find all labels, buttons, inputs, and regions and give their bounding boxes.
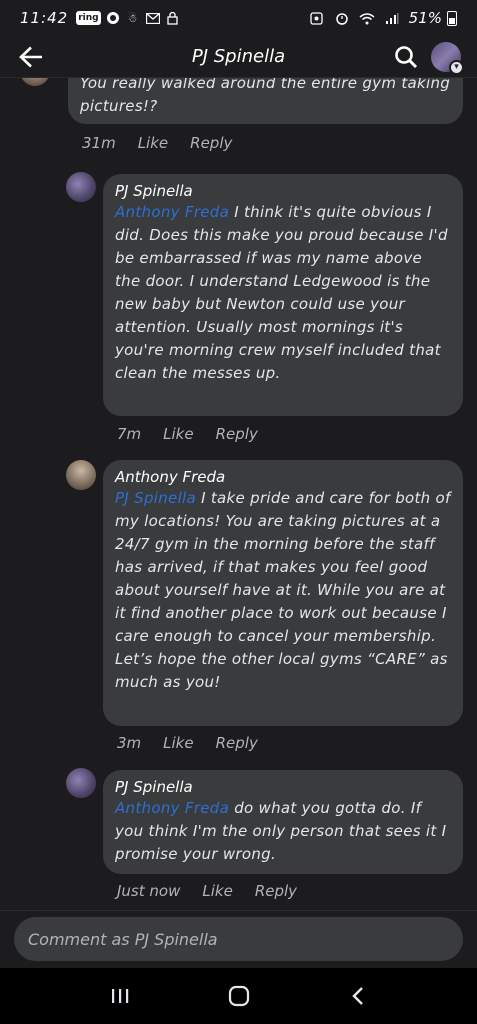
- system-nav-bar: [0, 968, 477, 1024]
- comment-time: Just now: [117, 882, 181, 900]
- comment-actions: Just now Like Reply: [117, 882, 297, 900]
- comment-actions: 7m Like Reply: [117, 425, 258, 443]
- comment-input[interactable]: Comment as PJ Spinella: [14, 917, 463, 961]
- comment-actions: 3m Like Reply: [117, 734, 258, 752]
- recent-apps-icon[interactable]: [100, 976, 140, 1016]
- comment-author[interactable]: PJ Spinella: [115, 778, 451, 796]
- profile-avatar[interactable]: ▾: [431, 41, 464, 75]
- chevron-down-icon[interactable]: ▾: [449, 59, 464, 75]
- alarm-clock-icon: [334, 11, 350, 25]
- signal-icon: [384, 11, 400, 25]
- ring-app-icon: ring: [76, 11, 101, 25]
- gmail-icon: [145, 11, 161, 25]
- avatar[interactable]: [66, 768, 96, 798]
- snowman-icon: ☃: [127, 11, 138, 25]
- reply-button[interactable]: Reply: [255, 882, 297, 900]
- lock-icon: [165, 11, 181, 25]
- status-time: 11:42: [20, 9, 69, 27]
- reply-button[interactable]: Reply: [190, 134, 232, 152]
- battery-percent: 51%: [408, 9, 442, 27]
- alarm-app-icon: [309, 11, 325, 25]
- comment-bubble[interactable]: PJ Spinella Anthony Freda I think it's q…: [103, 174, 463, 416]
- comment-time: 7m: [117, 425, 142, 443]
- comment-bubble[interactable]: Anthony Freda PJ Spinella I take pride a…: [103, 460, 463, 726]
- reply-button[interactable]: Reply: [216, 425, 258, 443]
- back-arrow-icon[interactable]: [16, 42, 46, 72]
- search-icon[interactable]: [391, 42, 421, 72]
- avatar[interactable]: [66, 172, 96, 202]
- comment-time: 31m: [82, 134, 116, 152]
- reply-button[interactable]: Reply: [216, 734, 258, 752]
- comment-author[interactable]: Anthony Freda: [115, 468, 451, 486]
- comment-body: I take pride and care for both of my loc…: [115, 489, 451, 691]
- back-nav-icon[interactable]: [338, 976, 378, 1016]
- comment-thread: You really walked around the entire gym …: [0, 58, 477, 910]
- comment-actions: 31m Like Reply: [82, 134, 232, 152]
- comment-text: Anthony Freda do what you gotta do. If y…: [115, 797, 451, 866]
- like-button[interactable]: Like: [138, 134, 168, 152]
- comment-text: You really walked around the entire gym …: [80, 74, 451, 115]
- like-button[interactable]: Like: [163, 734, 193, 752]
- battery-icon: [447, 10, 457, 26]
- app-header: PJ Spinella ▾: [0, 36, 477, 78]
- mention-link[interactable]: Anthony Freda: [115, 799, 229, 817]
- page-title: PJ Spinella: [191, 46, 286, 67]
- comment-text: Anthony Freda I think it's quite obvious…: [115, 201, 451, 385]
- app-notification-icon: [105, 11, 121, 25]
- like-button[interactable]: Like: [163, 425, 193, 443]
- comment-text: PJ Spinella I take pride and care for bo…: [115, 487, 451, 694]
- comment-body: I think it's quite obvious I did. Does t…: [115, 203, 448, 382]
- mention-link[interactable]: Anthony Freda: [115, 203, 229, 221]
- home-icon[interactable]: [219, 976, 259, 1016]
- comment-bubble[interactable]: PJ Spinella Anthony Freda do what you go…: [103, 770, 463, 874]
- comment-time: 3m: [117, 734, 142, 752]
- like-button[interactable]: Like: [202, 882, 232, 900]
- mention-link[interactable]: PJ Spinella: [115, 489, 196, 507]
- avatar[interactable]: [66, 460, 96, 490]
- comment-author[interactable]: PJ Spinella: [115, 182, 451, 200]
- wifi-icon: [359, 11, 375, 25]
- status-bar: 11:42 ring ☃ 51%: [0, 0, 477, 36]
